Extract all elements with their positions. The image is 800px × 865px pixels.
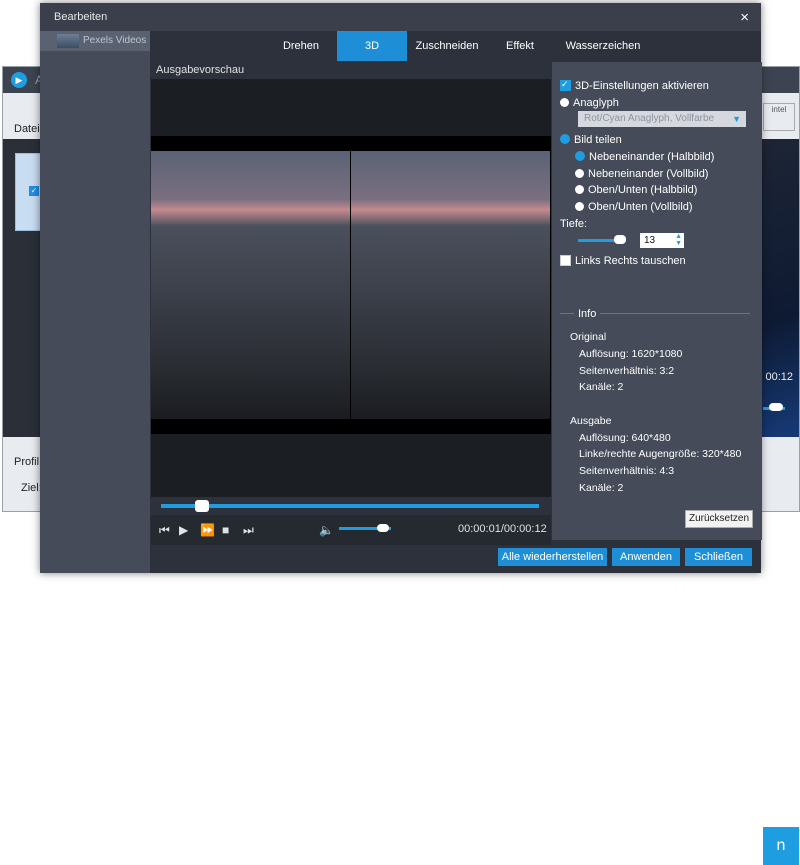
output-heading: Ausgabe (570, 415, 612, 427)
radio-icon (575, 201, 584, 211)
background-time: 00:12 (765, 371, 793, 383)
original-heading: Original (570, 331, 607, 343)
stop-icon[interactable]: ■ (222, 523, 229, 537)
source-thumbnail (57, 34, 79, 48)
info-line: Kanäle: 2 (579, 482, 624, 494)
play-icon[interactable]: ▶ (179, 523, 188, 537)
radio-icon (560, 97, 569, 107)
checkbox-icon (560, 254, 571, 266)
info-line: Seitenverhältnis: 4:3 (579, 465, 675, 477)
depth-value: 13 (644, 235, 656, 246)
spin-arrows-icon[interactable]: ▲ ▼ (675, 233, 682, 247)
profil-label: Profil: (14, 456, 43, 468)
info-line: Linke/rechte Augengröße: 320*480 (579, 448, 742, 460)
split-option-radio[interactable]: Nebeneinander (Halbbild) (575, 151, 714, 163)
split-radio[interactable]: Bild teilen (560, 134, 622, 146)
intel-badge-icon: intel (763, 103, 795, 131)
tab-wasserzeichen[interactable]: Wasserzeichen (553, 31, 653, 61)
ziel-label: Ziel: (21, 482, 42, 494)
timecode: 00:00:01/00:00:12 (458, 523, 547, 535)
left-eye-frame (151, 151, 350, 419)
start-button[interactable]: n (763, 827, 799, 865)
apply-button[interactable]: Anwenden (612, 548, 680, 566)
depth-spinbox[interactable]: 13 ▲ ▼ (640, 233, 684, 248)
reset-button[interactable]: Zurücksetzen (685, 510, 753, 528)
tab-effekt[interactable]: Effekt (487, 31, 553, 61)
tab-zuschneiden[interactable]: Zuschneiden (407, 31, 487, 61)
skip-back-icon[interactable]: ⏮ (159, 523, 170, 538)
close-icon[interactable]: × (740, 9, 749, 26)
skip-forward-icon[interactable]: ⏭ (243, 523, 254, 538)
split-option-label: Nebeneinander (Halbbild) (589, 151, 715, 163)
restore-all-button[interactable]: Alle wiederherstellen (498, 548, 607, 566)
preview-label: Ausgabevorschau (156, 64, 245, 76)
radio-checked-icon (575, 151, 585, 162)
right-eye-frame (351, 151, 550, 419)
split-label: Bild teilen (574, 134, 622, 146)
split-option-radio[interactable]: Nebeneinander (Vollbild) (575, 168, 708, 180)
close-button[interactable]: Schließen (685, 548, 752, 566)
source-item-label: Pexels Videos (83, 35, 147, 46)
anaglyph-radio[interactable]: Anaglyph (560, 97, 619, 109)
info-line: Kanäle: 2 (579, 381, 624, 393)
radio-checked-icon (560, 134, 570, 145)
background-preview (761, 139, 799, 437)
fast-forward-icon[interactable]: ⏩ (200, 523, 215, 537)
info-line: Auflösung: 1620*1080 (579, 348, 683, 360)
anaglyph-select-value: Rot/Cyan Anaglyph, Vollfarbe (584, 113, 715, 124)
split-option-radio[interactable]: Oben/Unten (Vollbild) (575, 201, 693, 213)
source-item[interactable]: Pexels Videos (40, 31, 150, 51)
progress-bar[interactable] (161, 504, 539, 508)
tab-bar: Drehen 3D Zuschneiden Effekt Wasserzeich… (150, 31, 761, 61)
file-checkbox-icon[interactable]: ✓ (29, 186, 39, 196)
split-option-label: Oben/Unten (Vollbild) (588, 201, 693, 213)
tab-drehen[interactable]: Drehen (265, 31, 337, 61)
enable-3d-checkbox[interactable]: 3D-Einstellungen aktivieren (560, 79, 709, 92)
volume-knob[interactable] (376, 524, 389, 532)
split-option-radio[interactable]: Oben/Unten (Halbbild) (575, 184, 697, 196)
app-logo-icon: ▶ (11, 72, 27, 88)
anaglyph-select[interactable]: Rot/Cyan Anaglyph, Vollfarbe ▼ (578, 111, 746, 127)
dialog-title: Bearbeiten (54, 11, 108, 23)
source-list: Pexels Videos (40, 31, 150, 573)
info-title: Info (574, 308, 601, 320)
background-slider-knob[interactable] (769, 403, 783, 411)
split-option-label: Oben/Unten (Halbbild) (588, 184, 698, 196)
enable-3d-label: 3D-Einstellungen aktivieren (575, 80, 709, 92)
progress-knob[interactable] (195, 500, 210, 512)
depth-label: Tiefe: (560, 218, 588, 230)
depth-slider-knob[interactable] (614, 235, 626, 244)
volume-icon[interactable]: 🔈 (319, 523, 334, 537)
split-option-label: Nebeneinander (Vollbild) (588, 168, 709, 180)
dialog-titlebar: Bearbeiten × (40, 3, 761, 31)
checkbox-checked-icon (560, 79, 571, 91)
anaglyph-label: Anaglyph (573, 97, 619, 109)
radio-icon (575, 168, 584, 178)
info-line: Auflösung: 640*480 (579, 432, 671, 444)
swap-label: Links Rechts tauschen (575, 255, 686, 267)
swap-checkbox[interactable]: Links Rechts tauschen (560, 254, 686, 267)
info-line: Seitenverhältnis: 3:2 (579, 365, 675, 377)
tab-3d[interactable]: 3D (337, 31, 407, 61)
chevron-down-icon: ▼ (732, 114, 741, 124)
radio-icon (575, 184, 584, 194)
